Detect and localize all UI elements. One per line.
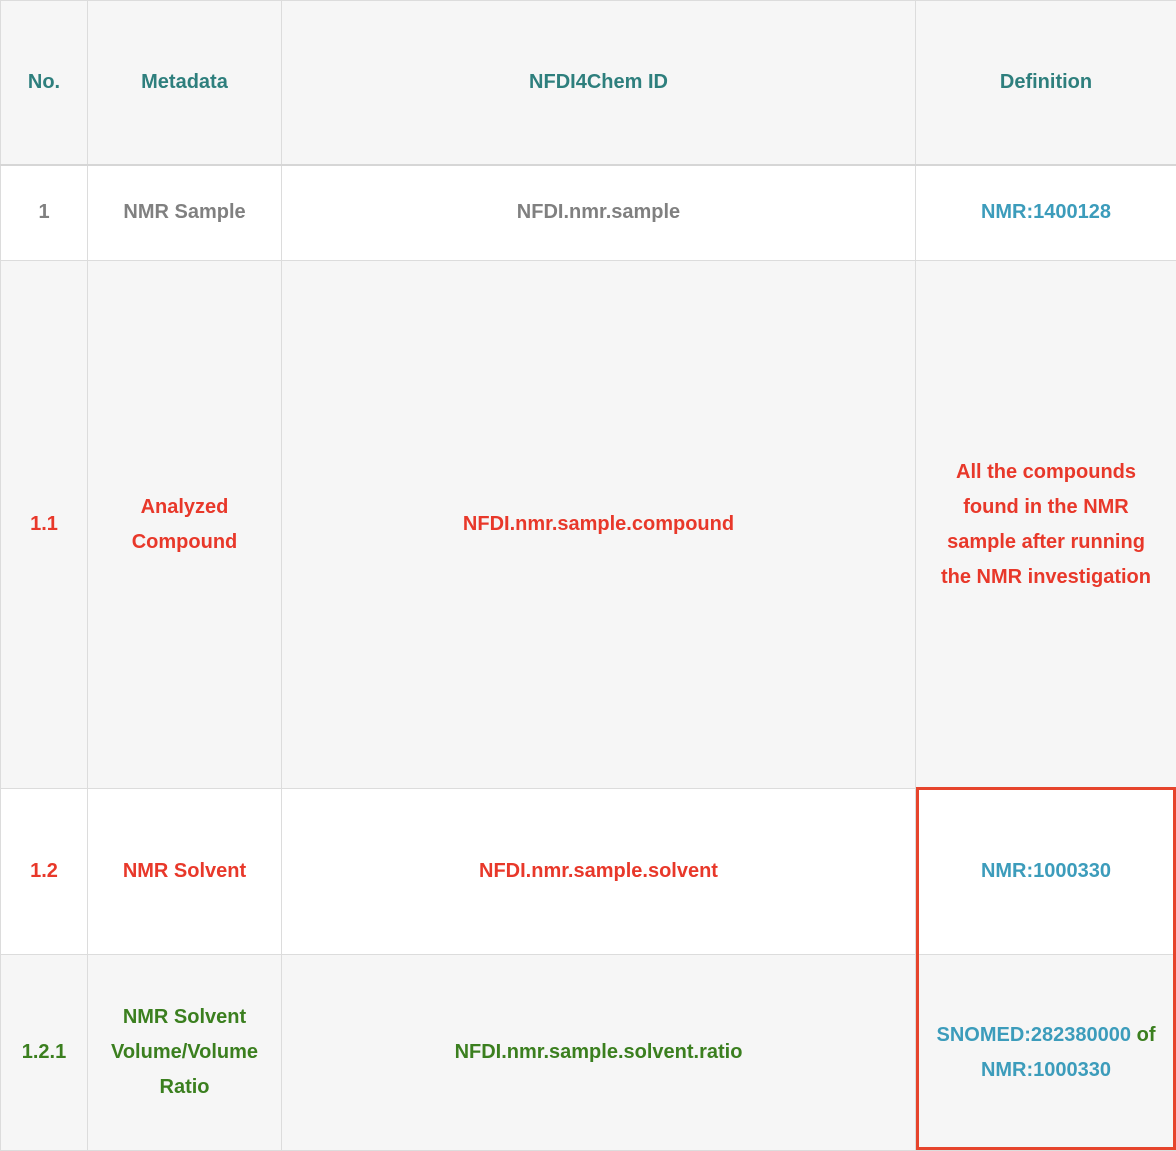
row-id: NFDI.nmr.sample.solvent (282, 789, 916, 955)
table-row: 1 NMR Sample NFDI.nmr.sample NMR:1400128 (1, 165, 1176, 261)
row-id: NFDI.nmr.sample (282, 165, 916, 261)
metadata-table: No. Metadata NFDI4Chem ID Definition 1 N… (0, 0, 1176, 1151)
header-no: No. (1, 1, 88, 165)
snomed-link[interactable]: SNOMED:282380000 (936, 1024, 1131, 1046)
table-row: 1.1 Analyzed Compound NFDI.nmr.sample.co… (1, 261, 1176, 789)
table-row: 1.2.1 NMR Solvent Volume/Volume Ratio NF… (1, 955, 1176, 1151)
nmr-link[interactable]: NMR:1000330 (981, 1059, 1111, 1081)
row-definition-link[interactable]: NMR:1000330 (916, 789, 1176, 955)
row-definition: SNOMED:282380000 of NMR:1000330 (916, 955, 1176, 1151)
row-metadata: NMR Solvent (88, 789, 282, 955)
row-definition: All the compounds found in the NMR sampl… (916, 261, 1176, 789)
row-metadata: NMR Sample (88, 165, 282, 261)
header-definition: Definition (916, 1, 1176, 165)
row-id: NFDI.nmr.sample.compound (282, 261, 916, 789)
header-metadata: Metadata (88, 1, 282, 165)
row-id: NFDI.nmr.sample.solvent.ratio (282, 955, 916, 1151)
row-no: 1 (1, 165, 88, 261)
row-metadata: Analyzed Compound (88, 261, 282, 789)
of-text: of (1137, 1024, 1156, 1046)
table-row: 1.2 NMR Solvent NFDI.nmr.sample.solvent … (1, 789, 1176, 955)
row-definition-link[interactable]: NMR:1400128 (916, 165, 1176, 261)
row-no: 1.2 (1, 789, 88, 955)
row-no: 1.2.1 (1, 955, 88, 1151)
header-nfdi4chem-id: NFDI4Chem ID (282, 1, 916, 165)
row-no: 1.1 (1, 261, 88, 789)
row-metadata: NMR Solvent Volume/Volume Ratio (88, 955, 282, 1151)
header-row: No. Metadata NFDI4Chem ID Definition (1, 1, 1176, 165)
